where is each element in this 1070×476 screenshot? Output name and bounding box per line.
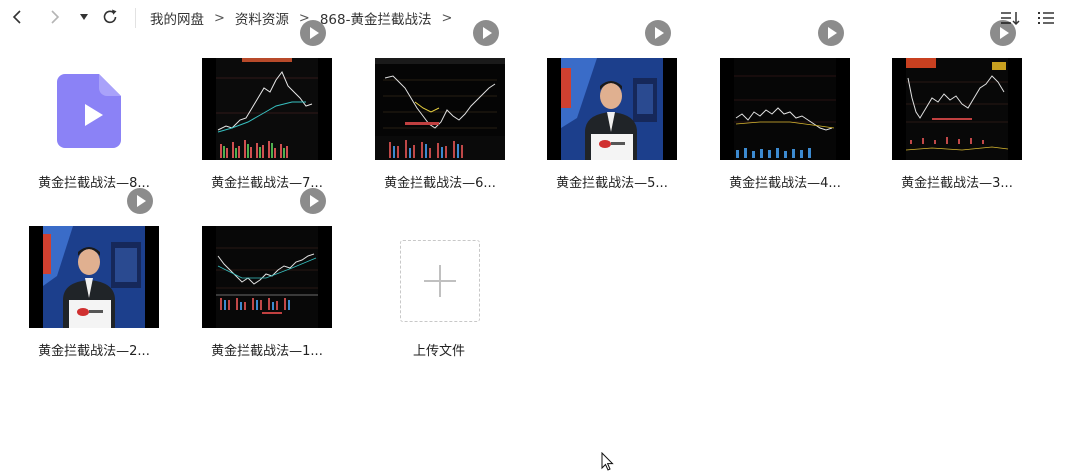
list-view-button[interactable] <box>1036 8 1056 28</box>
mouse-cursor-icon <box>601 452 614 471</box>
back-button[interactable] <box>6 5 28 29</box>
file-name: 黄金拦截战法—2... <box>38 344 150 359</box>
video-thumbnail <box>375 58 505 160</box>
play-icon <box>990 20 1016 46</box>
breadcrumb-separator: > <box>214 10 225 26</box>
list-view-icon <box>1038 12 1054 24</box>
video-thumbnail <box>202 226 332 328</box>
chart-thumbnail-image <box>720 58 850 160</box>
refresh-button[interactable] <box>98 5 122 29</box>
file-name: 黄金拦截战法—3... <box>901 176 1013 191</box>
video-thumbnail <box>29 226 159 328</box>
refresh-icon <box>103 9 117 24</box>
chart-thumbnail-image <box>375 58 505 160</box>
breadcrumb-item-my-disk[interactable]: 我的网盘 <box>150 8 204 28</box>
forward-button[interactable] <box>44 5 66 29</box>
play-icon <box>127 188 153 214</box>
video-thumbnail <box>892 58 1022 160</box>
breadcrumb-separator: > <box>441 10 453 26</box>
video-file-icon <box>57 74 121 148</box>
caret-down-icon <box>80 14 88 20</box>
video-thumbnail <box>720 58 850 160</box>
video-thumbnail <box>202 58 332 160</box>
upload-dropzone[interactable] <box>400 240 480 322</box>
video-thumbnail <box>547 58 677 160</box>
file-name: 黄金拦截战法—6... <box>384 176 496 191</box>
file-name: 黄金拦截战法—5... <box>556 176 668 191</box>
file-name: 黄金拦截战法—1... <box>211 344 323 359</box>
play-icon <box>473 20 499 46</box>
breadcrumb-item-current-folder[interactable]: 868-黄金拦截战法 <box>320 8 432 28</box>
chevron-left-icon <box>12 10 21 24</box>
chevron-right-icon <box>51 10 60 24</box>
play-icon <box>300 20 326 46</box>
presenter-thumbnail-image <box>547 58 677 160</box>
play-icon <box>645 20 671 46</box>
chart-thumbnail-image <box>202 58 332 160</box>
toolbar-divider <box>135 8 136 28</box>
breadcrumb-item-resources[interactable]: 资料资源 <box>235 8 289 28</box>
file-name: 黄金拦截战法—4... <box>729 176 841 191</box>
chart-thumbnail-image <box>892 58 1022 160</box>
upload-label: 上传文件 <box>412 344 465 359</box>
presenter-thumbnail-image <box>29 226 159 328</box>
plus-icon <box>424 265 456 297</box>
file-thumbnail <box>29 58 159 160</box>
history-dropdown-button[interactable] <box>76 5 92 29</box>
play-icon <box>300 188 326 214</box>
chart-thumbnail-image <box>202 226 332 328</box>
toolbar: 我的网盘 > 资料资源 > 868-黄金拦截战法 > <box>0 0 1070 36</box>
play-icon <box>818 20 844 46</box>
